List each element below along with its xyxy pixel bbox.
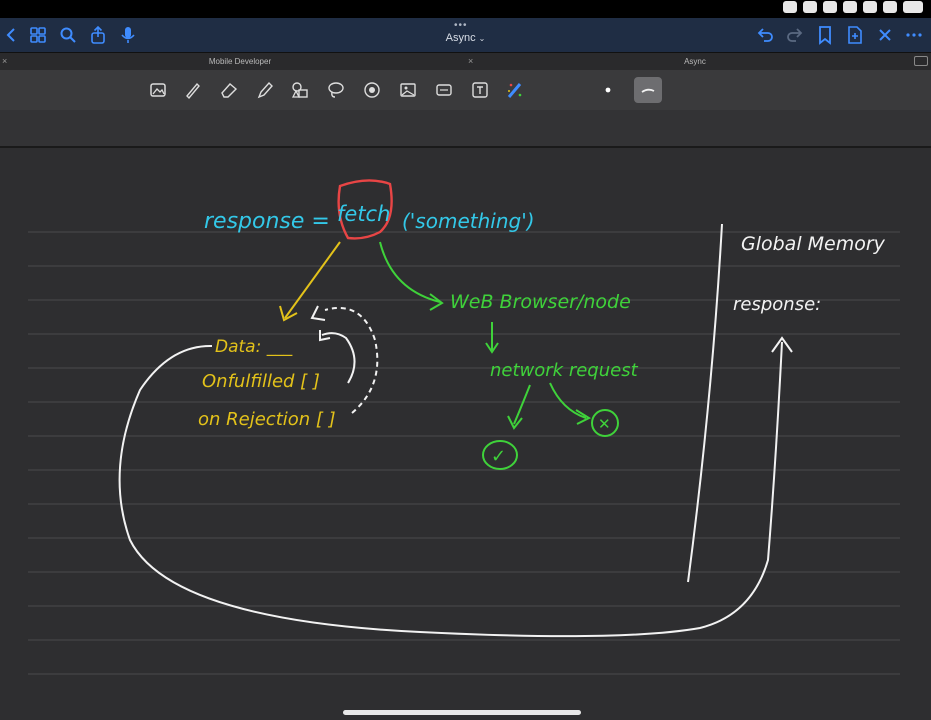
lasso-icon [328, 82, 344, 98]
undo-icon [757, 28, 773, 42]
tool-highlighter[interactable] [253, 78, 277, 102]
status-icon [803, 1, 817, 13]
laser-pointer-icon [364, 82, 380, 98]
pen-icon [186, 82, 200, 100]
multitask-dots-icon[interactable]: ••• [454, 21, 468, 31]
wifi-icon [883, 1, 897, 13]
close-toolbar-button[interactable] [873, 23, 897, 47]
tool-pen[interactable] [181, 78, 205, 102]
notebook-page[interactable] [0, 146, 931, 720]
home-indicator[interactable] [343, 710, 581, 715]
document-tab-bar: × Mobile Developer × Async [0, 52, 931, 70]
color-swatch[interactable] [596, 78, 620, 102]
highlighter-icon [257, 81, 273, 99]
tool-laser-pointer[interactable] [360, 78, 384, 102]
status-icon [783, 1, 797, 13]
undo-button[interactable] [753, 23, 777, 47]
tool-eraser[interactable] [217, 78, 241, 102]
shapes-icon [291, 82, 308, 98]
status-icon [863, 1, 877, 13]
tab-overview-icon[interactable] [914, 56, 928, 66]
redo-button[interactable] [783, 23, 807, 47]
status-bar [0, 0, 931, 18]
tab-mobile-developer[interactable]: Mobile Developer [10, 53, 470, 71]
bookmark-icon [819, 26, 831, 45]
tool-sticker[interactable] [432, 78, 456, 102]
color-dot-icon [605, 87, 611, 93]
tab-async[interactable]: Async [480, 53, 910, 71]
tool-image[interactable] [146, 78, 170, 102]
text-icon [472, 82, 488, 98]
status-icon [843, 1, 857, 13]
eraser-icon [221, 83, 238, 98]
tab-close-icon[interactable]: × [2, 56, 7, 66]
image-icon [150, 83, 166, 97]
stroke-preview-icon [641, 88, 655, 93]
chevron-down-icon: ⌄ [478, 34, 486, 43]
tool-shapes[interactable] [288, 78, 312, 102]
tool-element[interactable] [503, 78, 527, 102]
battery-icon [903, 1, 923, 13]
status-icon [823, 1, 837, 13]
add-page-button[interactable] [843, 23, 867, 47]
close-icon [879, 29, 891, 41]
photo-icon [400, 83, 416, 97]
add-page-icon [848, 26, 862, 44]
ruled-lines [28, 231, 900, 675]
more-button[interactable] [902, 23, 926, 47]
drawing-toolbar [0, 70, 931, 110]
toolbar-shadow-strip [0, 110, 931, 146]
redo-icon [787, 28, 803, 42]
stroke-width-picker[interactable] [634, 77, 662, 103]
status-icons [783, 1, 923, 13]
tab-close-icon[interactable]: × [468, 56, 473, 66]
more-icon [906, 33, 922, 37]
tool-photo[interactable] [396, 78, 420, 102]
navigation-bar: ••• Async ⌄ [0, 18, 931, 52]
document-title-label: Async [445, 32, 476, 44]
bookmark-button[interactable] [813, 23, 837, 47]
tool-text[interactable] [468, 78, 492, 102]
sticker-icon [436, 84, 452, 96]
tool-lasso[interactable] [324, 78, 348, 102]
element-icon [507, 83, 522, 98]
